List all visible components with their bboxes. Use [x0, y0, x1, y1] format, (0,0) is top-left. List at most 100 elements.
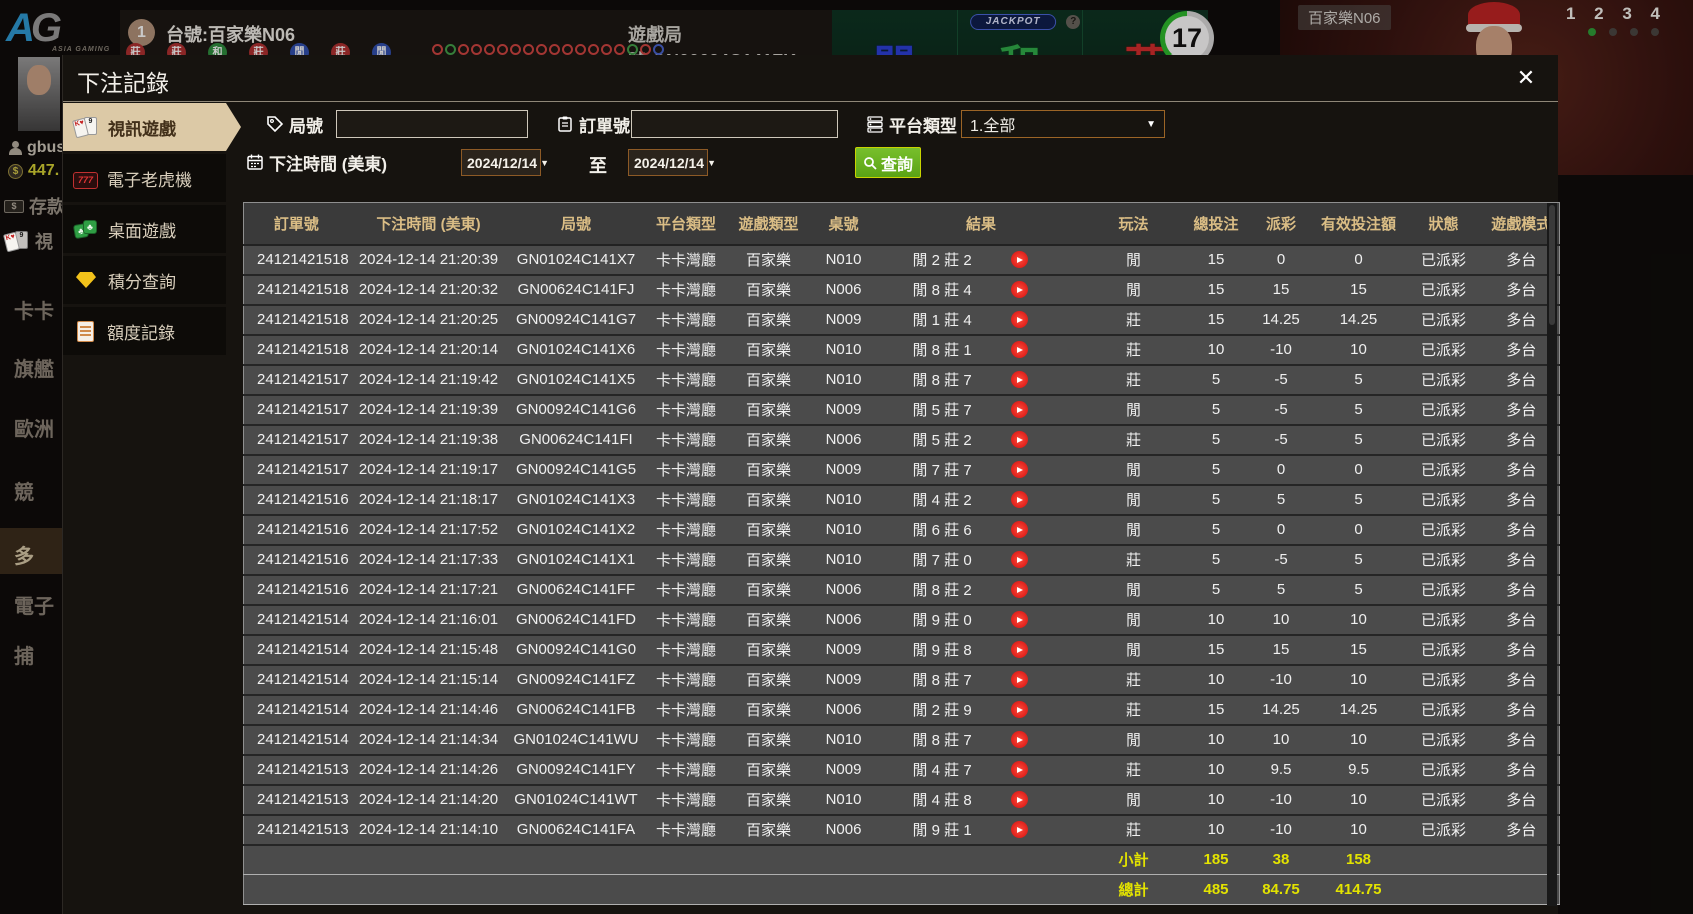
cell-order-no: 241214215176413: [243, 424, 349, 456]
replay-play-icon[interactable]: [1010, 731, 1028, 748]
cell-valid-bet: 0: [1313, 454, 1404, 486]
cell-game-type: 百家樂: [728, 634, 809, 666]
diamond-icon: [76, 272, 96, 288]
cell-table-no: N006: [808, 424, 879, 456]
replay-play-icon[interactable]: [1010, 821, 1028, 838]
search-button[interactable]: 查詢: [855, 147, 921, 178]
tag-icon: [267, 116, 284, 133]
cell-payout: 9.5: [1248, 754, 1314, 786]
cell-valid-bet: 0: [1313, 514, 1404, 546]
date-to-picker[interactable]: 2024/12/14 ▼: [628, 149, 716, 176]
cell-round-no: GN00924C141FZ: [508, 664, 644, 696]
cell-play-side: 閒: [1083, 274, 1184, 306]
replay-play-icon[interactable]: [1010, 491, 1028, 508]
menu-item-points-query[interactable]: 積分查詢: [63, 256, 226, 304]
cell-result: 閒 9 莊 1: [878, 814, 1084, 846]
result-text: 閒 8 莊 7: [912, 672, 972, 689]
table-row: 241214215181974 2024-12-14 21:20:25 GN00…: [243, 304, 1560, 336]
replay-play-icon[interactable]: [1010, 581, 1028, 598]
menu-item-video-games[interactable]: K♥ 9 視訊遊戲: [63, 103, 241, 151]
replay-play-icon[interactable]: [1010, 251, 1028, 268]
table-row: 241214215160057 2024-12-14 21:17:21 GN00…: [243, 574, 1560, 606]
replay-play-icon[interactable]: [1010, 701, 1028, 718]
table-scrollbar[interactable]: [1547, 203, 1557, 906]
replay-play-icon[interactable]: [1010, 401, 1028, 418]
table-row: 241214215163975 2024-12-14 21:17:52 GN01…: [243, 514, 1560, 546]
cell-valid-bet: 10: [1313, 784, 1404, 816]
cell-valid-bet: 15: [1313, 274, 1404, 306]
replay-play-icon[interactable]: [1010, 521, 1028, 538]
cell-platform: 卡卡灣廳: [643, 574, 729, 606]
cell-order-no: 241214215174129: [243, 454, 349, 486]
cell-play-side: 閒: [1083, 484, 1184, 516]
replay-play-icon[interactable]: [1010, 551, 1028, 568]
cell-bet-time: 2024-12-14 21:14:20: [348, 784, 509, 816]
cell-play-side: 閒: [1083, 454, 1184, 486]
cell-table-no: N010: [808, 724, 879, 756]
cell-order-no: 241214215138344: [243, 784, 349, 816]
cell-round-no: GN01024C141WT: [508, 784, 644, 816]
cell-total-bet: 10: [1183, 664, 1249, 696]
date-from-picker[interactable]: 2024/12/14 ▼: [461, 149, 549, 176]
cell-play-side: 閒: [1083, 604, 1184, 636]
replay-play-icon[interactable]: [1010, 641, 1028, 658]
cell-status: 已派彩: [1403, 604, 1484, 636]
cell-round-no: GN00924C141FY: [508, 754, 644, 786]
replay-play-icon[interactable]: [1010, 611, 1028, 628]
cell-order-no: 241214215140252: [243, 724, 349, 756]
menu-item-credit-records[interactable]: 額度記錄: [63, 307, 226, 355]
replay-play-icon[interactable]: [1010, 341, 1028, 358]
cell-bet-time: 2024-12-14 21:20:14: [348, 334, 509, 366]
cell-game-type: 百家樂: [728, 784, 809, 816]
cell-payout: 0: [1248, 454, 1314, 486]
platform-filter-label: 平台類型: [866, 110, 957, 138]
replay-play-icon[interactable]: [1010, 461, 1028, 478]
cell-game-type: 百家樂: [728, 514, 809, 546]
platform-select[interactable]: 1.全部 ▼: [961, 110, 1165, 138]
result-text: 閒 5 莊 2: [912, 432, 972, 449]
cell-result: 閒 8 莊 2: [878, 574, 1084, 606]
result-text: 閒 9 莊 1: [912, 822, 972, 839]
replay-play-icon[interactable]: [1010, 371, 1028, 388]
menu-label: 視訊遊戲: [108, 119, 176, 139]
chevron-down-icon: ▼: [707, 157, 716, 168]
round-input[interactable]: [336, 110, 528, 138]
cell-result: 閒 4 莊 7: [878, 754, 1084, 786]
menu-item-table-games[interactable]: ♣ ♣ 桌面遊戲: [63, 205, 226, 253]
cell-valid-bet: 10: [1313, 604, 1404, 636]
cell-payout: 15: [1248, 274, 1314, 306]
cell-result: 閒 8 莊 7: [878, 664, 1084, 696]
replay-play-icon[interactable]: [1010, 311, 1028, 328]
document-icon: [77, 320, 94, 342]
cell-platform: 卡卡灣廳: [643, 484, 729, 516]
order-input[interactable]: [631, 110, 838, 138]
cell-platform: 卡卡灣廳: [643, 424, 729, 456]
cell-bet-time: 2024-12-14 21:15:48: [348, 634, 509, 666]
cell-game-type: 百家樂: [728, 664, 809, 696]
close-icon[interactable]: ✕: [1512, 64, 1540, 92]
modal-title-bar: 下注記錄 ✕: [63, 55, 1558, 102]
cell-game-type: 百家樂: [728, 754, 809, 786]
replay-play-icon[interactable]: [1010, 671, 1028, 688]
replay-play-icon[interactable]: [1010, 761, 1028, 778]
menu-item-slots[interactable]: 777 電子老虎機: [63, 154, 226, 202]
table-row: 241214215139072 2024-12-14 21:14:26 GN00…: [243, 754, 1560, 786]
replay-play-icon[interactable]: [1010, 791, 1028, 808]
cell-order-no: 241214215139072: [243, 754, 349, 786]
col-round: 局號: [508, 202, 644, 246]
cell-table-no: N006: [808, 694, 879, 726]
cell-payout: 5: [1248, 484, 1314, 516]
replay-play-icon[interactable]: [1010, 431, 1028, 448]
cell-bet-time: 2024-12-14 21:15:14: [348, 664, 509, 696]
cell-game-type: 百家樂: [728, 424, 809, 456]
replay-play-icon[interactable]: [1010, 281, 1028, 298]
table-row: 241214215167341 2024-12-14 21:18:17 GN01…: [243, 484, 1560, 516]
col-order: 訂單號: [243, 202, 349, 246]
cell-result: 閒 7 莊 7: [878, 454, 1084, 486]
cell-valid-bet: 5: [1313, 394, 1404, 426]
cell-table-no: N006: [808, 574, 879, 606]
cell-game-type: 百家樂: [728, 814, 809, 846]
bet-time-filter-label: 下注時間 (美東): [246, 148, 387, 176]
cell-result: 閒 9 莊 0: [878, 604, 1084, 636]
scrollbar-thumb[interactable]: [1549, 205, 1555, 325]
